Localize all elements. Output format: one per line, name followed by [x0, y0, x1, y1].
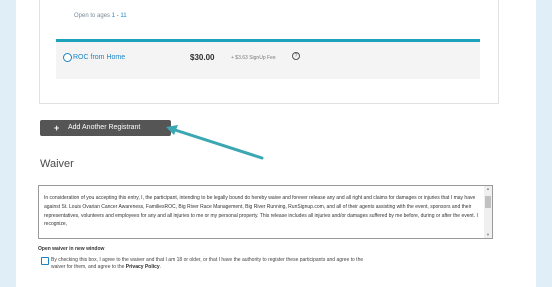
- annotation-arrow: [166, 125, 264, 160]
- privacy-policy-link[interactable]: Privacy Policy: [126, 264, 160, 270]
- waiver-text: In consideration of you accepting this e…: [44, 195, 478, 228]
- agree-checkbox[interactable]: [41, 257, 49, 265]
- open-waiver-link[interactable]: Open waiver in new window: [38, 246, 104, 252]
- waiver-textarea[interactable]: In consideration of you accepting this e…: [38, 185, 493, 239]
- scroll-down-icon[interactable]: ▼: [486, 233, 490, 237]
- agree-text: By checking this box, I agree to the wai…: [51, 257, 364, 270]
- waiver-scroll-thumb[interactable]: [485, 196, 491, 208]
- waiver-scrollbar[interactable]: [484, 186, 492, 238]
- waiver-title: Waiver: [40, 158, 74, 170]
- agree-label: By checking this box, I agree to the wai…: [51, 257, 371, 271]
- agree-end: .: [159, 264, 162, 270]
- scroll-up-icon[interactable]: ▲: [486, 187, 490, 191]
